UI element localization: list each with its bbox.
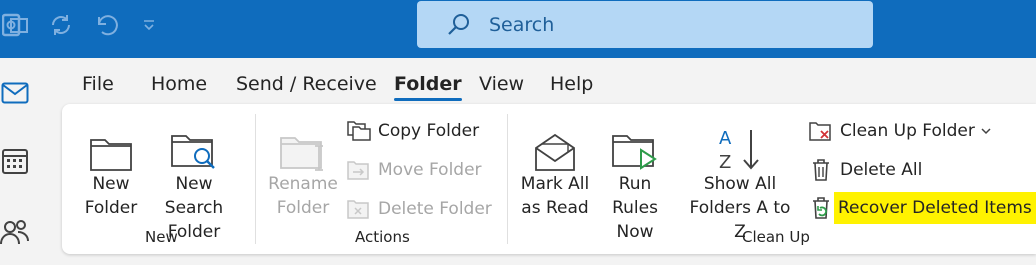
open-envelope-icon xyxy=(535,133,575,171)
clean-up-folder-dropdown[interactable]: Clean Up Folder xyxy=(808,118,991,144)
delete-folder-button[interactable]: Delete Folder xyxy=(346,196,492,222)
group-label-actions: Actions xyxy=(355,228,410,246)
tab-send-receive[interactable]: Send / Receive xyxy=(236,73,377,95)
tab-folder[interactable]: Folder xyxy=(394,73,462,101)
copy-folder-button[interactable]: Copy Folder xyxy=(346,118,479,144)
outlook-logo-icon xyxy=(0,10,30,40)
sync-icon[interactable] xyxy=(46,10,76,40)
chevron-down-icon xyxy=(981,127,991,135)
svg-text:A: A xyxy=(719,128,732,149)
calendar-icon[interactable] xyxy=(0,146,30,176)
group-divider xyxy=(507,114,508,244)
tab-help[interactable]: Help xyxy=(550,73,593,95)
ribbon-panel: New Folder New Search Folder New Rename … xyxy=(62,104,1036,254)
navigation-rail xyxy=(0,58,58,265)
search-input[interactable]: Search xyxy=(417,1,873,48)
recover-deleted-items-button[interactable]: Recover Deleted Items xyxy=(808,190,1036,226)
tab-home[interactable]: Home xyxy=(151,73,207,95)
title-bar: Search xyxy=(0,0,1036,58)
new-folder-button[interactable]: New Folder xyxy=(76,114,146,220)
mark-all-as-read-button[interactable]: Mark All as Read xyxy=(516,114,594,220)
undo-icon[interactable] xyxy=(90,10,120,40)
search-placeholder: Search xyxy=(489,13,555,36)
mail-icon[interactable] xyxy=(0,78,30,108)
rename-folder-icon xyxy=(280,137,323,171)
people-icon[interactable] xyxy=(0,216,30,246)
copy-folder-icon xyxy=(346,118,372,144)
clean-up-folder-icon xyxy=(808,118,834,144)
folder-icon xyxy=(90,139,132,171)
show-all-folders-a-to-z-button[interactable]: AZ Show All Folders A to Z xyxy=(682,114,798,244)
move-folder-button[interactable]: Move Folder xyxy=(346,157,482,183)
run-rules-now-button[interactable]: Run Rules Now xyxy=(594,114,676,244)
sort-az-icon: AZ xyxy=(719,128,759,172)
svg-text:Z: Z xyxy=(719,152,731,172)
search-icon xyxy=(448,13,469,35)
customize-quick-access-icon[interactable] xyxy=(134,10,164,40)
delete-folder-icon xyxy=(346,196,372,222)
run-rules-icon xyxy=(612,135,657,170)
group-label-new: New xyxy=(145,228,178,246)
tab-file[interactable]: File xyxy=(82,73,114,95)
delete-all-icon xyxy=(808,157,834,183)
rename-folder-button[interactable]: Rename Folder xyxy=(268,114,338,220)
tab-view[interactable]: View xyxy=(479,73,524,95)
delete-all-button[interactable]: Delete All xyxy=(808,157,922,183)
new-search-folder-button[interactable]: New Search Folder xyxy=(146,114,242,244)
search-folder-icon xyxy=(171,135,215,169)
group-label-clean-up: Clean Up xyxy=(742,228,810,246)
ribbon-tabs: File Home Send / Receive Folder View Hel… xyxy=(58,58,1036,103)
move-folder-icon xyxy=(346,157,372,183)
group-divider xyxy=(255,114,256,244)
recover-deleted-icon xyxy=(808,195,834,221)
